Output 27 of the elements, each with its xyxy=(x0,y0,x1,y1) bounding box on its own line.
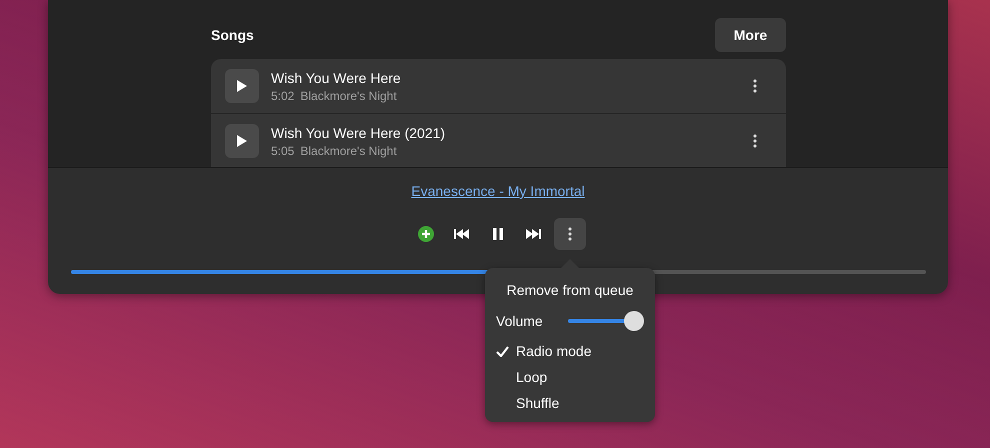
more-button[interactable]: More xyxy=(715,18,786,52)
menu-button[interactable] xyxy=(554,218,586,250)
checkmark-icon xyxy=(496,346,509,356)
now-playing-link[interactable]: Evanescence - My Immortal xyxy=(411,183,585,199)
song-duration: 5:02 xyxy=(271,88,294,102)
song-title: Wish You Were Here xyxy=(271,70,402,86)
play-icon xyxy=(236,79,248,93)
section-title: Songs xyxy=(211,27,254,43)
menu-check-item[interactable]: Shuffle xyxy=(485,390,655,416)
song-artist: Blackmore's Night xyxy=(300,88,397,102)
plus-circle-icon xyxy=(418,226,434,242)
skip-back-icon xyxy=(454,228,470,240)
play-button[interactable] xyxy=(225,69,259,103)
vertical-dots-icon xyxy=(753,79,757,93)
vertical-dots-icon xyxy=(753,134,757,148)
pause-icon xyxy=(493,228,503,240)
song-artist: Blackmore's Night xyxy=(300,144,397,158)
song-duration: 5:05 xyxy=(271,144,294,158)
menu-item[interactable]: Remove from queue xyxy=(485,276,655,304)
menu-check-item[interactable]: Radio mode xyxy=(485,338,655,364)
play-button[interactable] xyxy=(225,124,259,158)
skip-forward-icon xyxy=(526,228,542,240)
song-title: Wish You Were Here (2021) xyxy=(271,124,446,140)
play-icon xyxy=(236,134,248,148)
volume-label: Volume xyxy=(496,313,543,329)
vertical-dots-icon xyxy=(568,227,572,241)
menu-check-item[interactable]: Loop xyxy=(485,364,655,390)
